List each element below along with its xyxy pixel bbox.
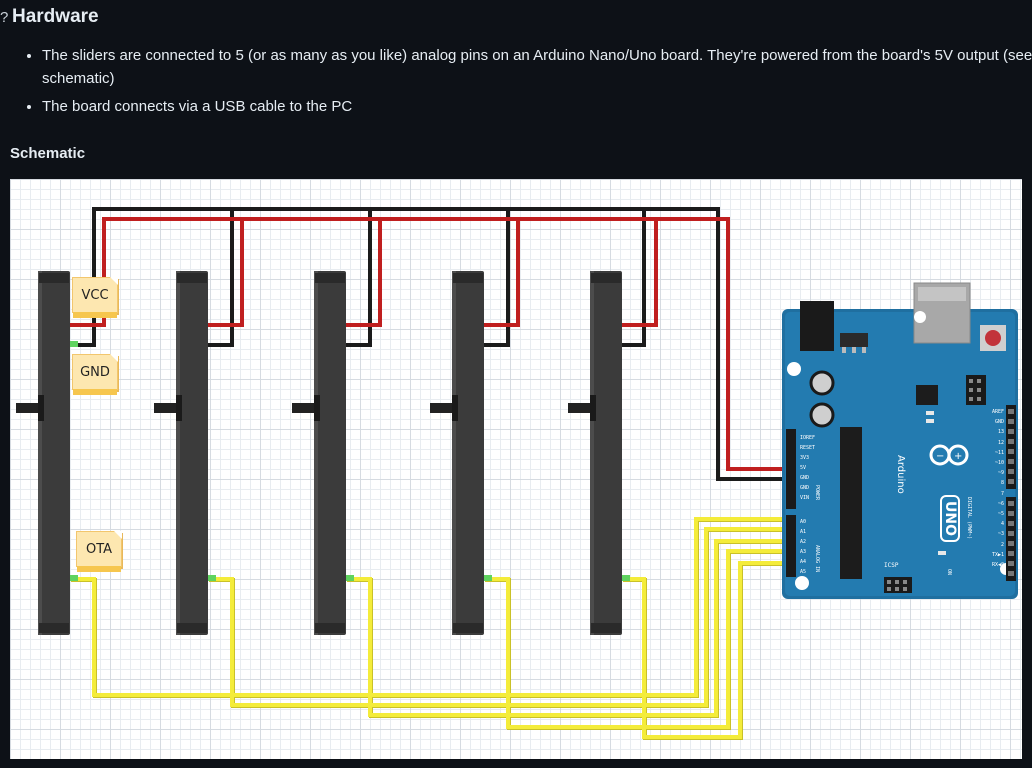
power-header bbox=[786, 429, 796, 509]
pin-label: A2 bbox=[800, 539, 807, 545]
bullet-list: The sliders are connected to 5 (or as ma… bbox=[22, 44, 1032, 123]
slider-1 bbox=[16, 271, 78, 635]
section-title: Hardware bbox=[12, 6, 99, 27]
pin-label: TX▶1 bbox=[991, 551, 1004, 558]
bullet-item: The sliders are connected to 5 (or as ma… bbox=[42, 44, 1032, 90]
power-pin-labels: IOREF RESET 3V3 5V GND GND VIN bbox=[800, 433, 815, 503]
slider-3 bbox=[292, 271, 354, 635]
pin-label: ~6 bbox=[997, 500, 1004, 507]
note-gnd: GND bbox=[72, 354, 118, 395]
digital-label: DIGITAL (PWM~) bbox=[966, 497, 972, 540]
slide-potentiometers bbox=[16, 271, 630, 635]
analog-label: ANALOG IN bbox=[814, 545, 820, 573]
note-vcc: VCC bbox=[72, 277, 118, 318]
schematic-drawing: − + bbox=[16, 207, 1018, 740]
schematic-image[interactable]: − + Arduino UNO ICSP POWER ANALOG IN DIG… bbox=[10, 179, 1022, 759]
pin-label: GND bbox=[800, 485, 810, 491]
board-model-label: UNO bbox=[940, 495, 960, 542]
analog-pin-labels: A0 A1 A2 A3 A4 A5 bbox=[800, 517, 806, 577]
note-ota: OTA bbox=[76, 531, 122, 572]
pin-label: RX◀0 bbox=[991, 562, 1004, 569]
section-heading: ? Hardware bbox=[0, 4, 99, 30]
bullet-item: The board connects via a USB cable to th… bbox=[42, 95, 1032, 118]
svg-text:−: − bbox=[936, 451, 944, 462]
pin-label: GND bbox=[800, 475, 810, 481]
reset-button bbox=[985, 330, 1001, 346]
pin-label: 8 bbox=[1000, 480, 1004, 487]
digital-pin-labels: AREF GND 13 12 ~11 ~10 ~9 8 7 ~6 ~5 4 ~3… bbox=[980, 407, 1004, 570]
digital-header-lower bbox=[1006, 497, 1016, 581]
pin-label: ~5 bbox=[997, 511, 1004, 518]
pin-label: 7 bbox=[1000, 490, 1004, 497]
pin-label: ~3 bbox=[997, 531, 1004, 538]
digital-header-upper bbox=[1006, 405, 1016, 489]
pin-label: ~9 bbox=[997, 470, 1004, 477]
pin-label: VIN bbox=[800, 495, 810, 501]
on-label: ON bbox=[946, 569, 952, 576]
pin-label: A5 bbox=[800, 569, 807, 575]
pin-label: IOREF bbox=[800, 435, 816, 441]
pin-label: 5V bbox=[800, 465, 807, 471]
anchor-link-icon[interactable]: ? bbox=[0, 9, 8, 26]
pin-label: 13 bbox=[997, 429, 1004, 436]
pin-label: AREF bbox=[991, 409, 1004, 415]
pin-label: A1 bbox=[800, 529, 807, 535]
atmega-chip bbox=[840, 427, 862, 579]
svg-text:+: + bbox=[954, 451, 962, 462]
icsp-label: ICSP bbox=[884, 562, 899, 569]
board-brand-label: Arduino bbox=[895, 455, 906, 494]
analog-header bbox=[786, 515, 796, 577]
pin-label: ~11 bbox=[994, 449, 1004, 456]
pin-label: RESET bbox=[800, 445, 816, 451]
pin-label: 12 bbox=[997, 439, 1004, 446]
slider-5 bbox=[568, 271, 630, 635]
slider-4 bbox=[430, 271, 492, 635]
pin-label: 2 bbox=[1000, 541, 1004, 548]
pin-label: 3V3 bbox=[800, 455, 810, 461]
pin-label: A3 bbox=[800, 549, 807, 555]
slider-2 bbox=[154, 271, 216, 635]
pin-label: A0 bbox=[800, 519, 807, 525]
pin-label: A4 bbox=[800, 559, 807, 565]
power-jack bbox=[800, 301, 834, 351]
pin-label: GND bbox=[994, 419, 1004, 426]
pin-label: ~10 bbox=[994, 460, 1004, 467]
schematic-heading: Schematic bbox=[10, 145, 86, 162]
pin-label: 4 bbox=[1000, 521, 1004, 528]
